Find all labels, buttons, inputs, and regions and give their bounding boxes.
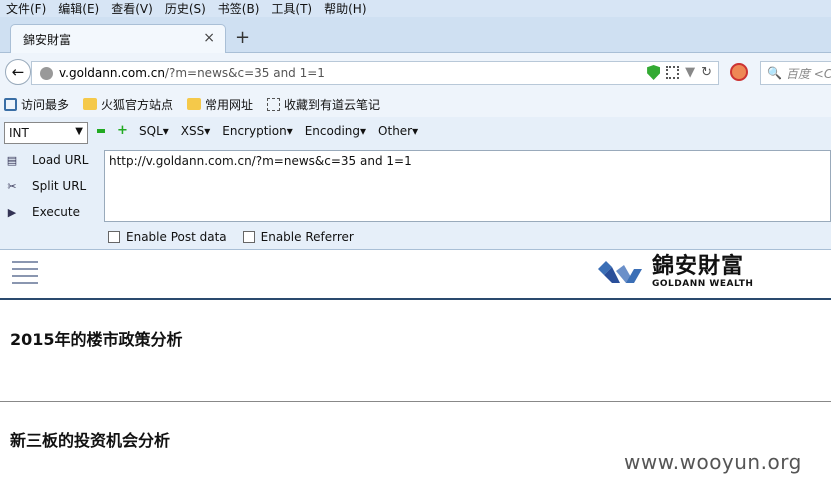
address-bar[interactable]: v.goldann.com.cn/?m=news&c=35 and 1=1 ▼ … bbox=[31, 61, 719, 85]
bookmark-youdao[interactable]: 收藏到有道云笔记 bbox=[267, 96, 380, 113]
search-input[interactable]: 🔍 百度 <C bbox=[760, 61, 831, 85]
logo-text: 錦安財富 GOLDANN WEALTH bbox=[652, 254, 754, 290]
play-icon: ▶ bbox=[7, 205, 17, 219]
enable-referrer-label: Enable Referrer bbox=[260, 230, 354, 244]
url-text: v.goldann.com.cn/?m=news&c=35 and 1=1 bbox=[59, 66, 325, 80]
scissors-icon: ✂ bbox=[7, 179, 17, 193]
enable-post-label: Enable Post data bbox=[126, 230, 227, 244]
bookmark-common-sites[interactable]: 常用网址 bbox=[187, 96, 253, 113]
watermark-text: www.wooyun.org bbox=[624, 450, 802, 474]
dropdown-arrow-icon[interactable]: ▼ bbox=[685, 65, 695, 80]
folder-icon bbox=[83, 98, 98, 110]
type-select-value: INT bbox=[9, 126, 29, 140]
checkbox-box bbox=[108, 231, 120, 243]
sql-menu[interactable]: SQL▾ bbox=[139, 124, 169, 138]
bookmark-most-visited[interactable]: 访问最多 bbox=[4, 96, 69, 113]
hackbar-options: Enable Post data Enable Referrer bbox=[108, 230, 354, 244]
other-menu[interactable]: Other▾ bbox=[378, 124, 418, 138]
menu-edit[interactable]: 编辑(E) bbox=[52, 0, 105, 17]
menu-bookmarks[interactable]: 书签(B) bbox=[212, 0, 266, 17]
execute-button[interactable]: ▶ Execute bbox=[4, 200, 100, 224]
hamburger-menu-icon[interactable] bbox=[12, 261, 38, 285]
load-url-label: Load URL bbox=[32, 153, 89, 167]
search-placeholder: 百度 <C bbox=[785, 66, 831, 81]
logo-english: GOLDANN WEALTH bbox=[652, 279, 754, 289]
globe-icon bbox=[40, 66, 53, 80]
qr-code-icon[interactable] bbox=[666, 66, 680, 79]
menu-help[interactable]: 帮助(H) bbox=[318, 0, 372, 17]
bookmarks-toolbar: 访问最多 火狐官方站点 常用网址 收藏到有道云笔记 bbox=[0, 91, 831, 117]
divider bbox=[0, 401, 831, 402]
back-button[interactable]: ← bbox=[5, 59, 31, 85]
hackbar-panel: INT ▼ + SQL▾ XSS▾ Encryption▾ Encoding▾ … bbox=[0, 117, 831, 250]
logo-chinese: 錦安財富 bbox=[652, 254, 745, 279]
bookmark-label: 访问最多 bbox=[21, 97, 70, 112]
menu-bar: 文件(F) 编辑(E) 查看(V) 历史(S) 书签(B) 工具(T) 帮助(H… bbox=[0, 0, 831, 17]
checkbox-box bbox=[242, 231, 255, 243]
split-url-label: Split URL bbox=[32, 179, 87, 193]
menu-file[interactable]: 文件(F) bbox=[0, 0, 52, 17]
block-icon[interactable] bbox=[730, 63, 748, 81]
shield-icon[interactable] bbox=[647, 65, 661, 80]
type-select[interactable]: INT ▼ bbox=[4, 122, 88, 144]
decrease-icon[interactable] bbox=[97, 129, 105, 133]
execute-label: Execute bbox=[32, 205, 80, 219]
site-header: 錦安財富 GOLDANN WEALTH bbox=[0, 250, 831, 300]
url-textarea[interactable]: http://v.goldann.com.cn/?m=news&c=35 and… bbox=[104, 150, 831, 222]
hackbar-tools: + SQL▾ XSS▾ Encryption▾ Encoding▾ Other▾ bbox=[97, 124, 418, 138]
load-url-button[interactable]: ▤ Load URL bbox=[4, 148, 100, 172]
tab-close-icon[interactable]: × bbox=[203, 30, 215, 46]
menu-history[interactable]: 历史(S) bbox=[159, 0, 212, 17]
chevron-down-icon: ▼ bbox=[75, 126, 83, 137]
menu-view[interactable]: 查看(V) bbox=[105, 0, 159, 17]
article-title[interactable]: 新三板的投资机会分析 bbox=[10, 427, 170, 451]
browser-tab[interactable]: 錦安財富 × bbox=[10, 24, 226, 53]
tab-strip: 錦安財富 × + bbox=[0, 17, 831, 53]
bookmark-label: 常用网址 bbox=[205, 97, 254, 112]
goldann-logo-icon bbox=[598, 261, 642, 283]
tab-title: 錦安財富 bbox=[23, 32, 72, 47]
article-title[interactable]: 2015年的楼市政策分析 bbox=[10, 326, 183, 350]
bookmark-firefox-site[interactable]: 火狐官方站点 bbox=[83, 96, 173, 113]
enable-referrer-checkbox[interactable]: Enable Referrer bbox=[242, 230, 354, 244]
enable-post-checkbox[interactable]: Enable Post data bbox=[108, 230, 227, 244]
xss-menu[interactable]: XSS▾ bbox=[181, 124, 210, 138]
encryption-menu[interactable]: Encryption▾ bbox=[222, 124, 292, 138]
bookmark-label: 收藏到有道云笔记 bbox=[284, 97, 381, 112]
back-arrow-icon: ← bbox=[11, 63, 25, 81]
menu-tools[interactable]: 工具(T) bbox=[265, 0, 318, 17]
load-url-icon: ▤ bbox=[6, 153, 18, 167]
youdao-note-icon bbox=[267, 97, 281, 111]
increase-icon[interactable]: + bbox=[117, 124, 128, 137]
most-visited-icon bbox=[4, 97, 17, 111]
bookmark-label: 火狐官方站点 bbox=[101, 97, 174, 112]
new-tab-button[interactable]: + bbox=[235, 27, 250, 48]
reload-icon[interactable]: ↻ bbox=[701, 65, 712, 80]
search-icon: 🔍 bbox=[767, 66, 782, 80]
nav-bar: ← v.goldann.com.cn/?m=news&c=35 and 1=1 … bbox=[0, 53, 831, 91]
folder-icon bbox=[187, 98, 202, 110]
site-logo[interactable]: 錦安財富 GOLDANN WEALTH bbox=[596, 255, 753, 289]
split-url-button[interactable]: ✂ Split URL bbox=[4, 174, 100, 198]
encoding-menu[interactable]: Encoding▾ bbox=[305, 124, 366, 138]
